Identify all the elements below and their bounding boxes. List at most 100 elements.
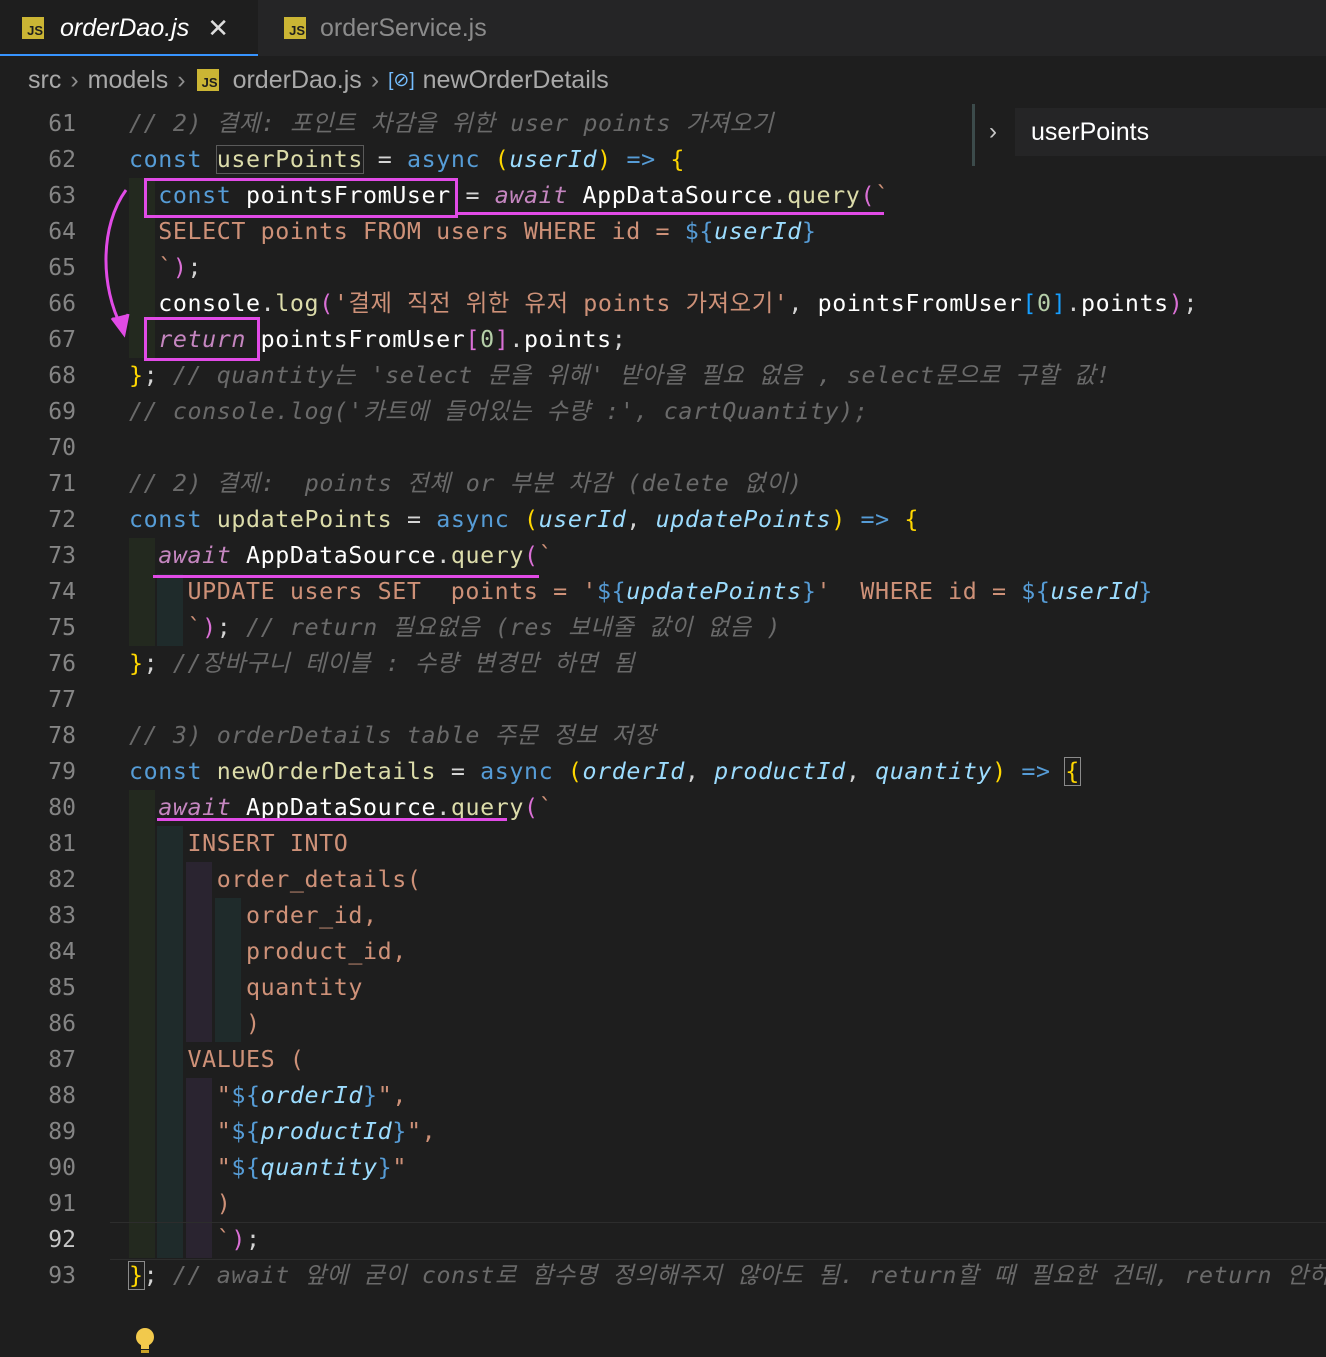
- code-line: 74 UPDATE users SET points = '${updatePo…: [0, 574, 1326, 610]
- code-line: 90 "${quantity}": [0, 1150, 1326, 1186]
- code-line: 82 order_details(: [0, 862, 1326, 898]
- comment: // 2) 결제: points 전체 or 부분 차감 (delete 없이): [129, 470, 803, 497]
- sticky-symbol-box[interactable]: userPoints: [1015, 108, 1326, 156]
- line-number: 71: [48, 471, 76, 497]
- code-text: quantity: [129, 974, 364, 1001]
- code-line: 88 "${orderId}",: [0, 1078, 1326, 1114]
- sticky-scroll-widget[interactable]: › userPoints: [972, 104, 1326, 166]
- code-line: 68 }; // quantity는 'select 문을 위해' 받아올 필요 …: [0, 358, 1326, 394]
- chevron-right-icon: ›: [177, 65, 186, 94]
- js-file-icon: JS: [22, 17, 44, 39]
- line-number: 70: [48, 435, 76, 461]
- code-text: // 2) 결제: points 전체 or 부분 차감 (delete 없이): [129, 466, 803, 502]
- code-text: "${quantity}": [129, 1154, 407, 1181]
- line-number: 86: [48, 1011, 76, 1037]
- line-number: 91: [48, 1191, 76, 1217]
- code-line: 75 `); // return 필요없음 (res 보내줄 값이 없음 ): [0, 610, 1326, 646]
- breadcrumb-symbol[interactable]: newOrderDetails: [423, 66, 609, 95]
- line-number: 69: [48, 399, 76, 425]
- line-number: 61: [48, 111, 76, 137]
- line-number: 75: [48, 615, 76, 641]
- code-text: SELECT points FROM users WHERE id = ${us…: [129, 218, 817, 245]
- lightbulb-icon[interactable]: [134, 1327, 156, 1357]
- code-line: 73 await AppDataSource.query(`: [0, 538, 1326, 574]
- code-text: }; // quantity는 'select 문을 위해' 받아올 필요 없음…: [129, 362, 1111, 389]
- line-number: 92: [48, 1227, 76, 1253]
- code-text: // console.log('카트에 들어있는 수량 :', cartQuan…: [129, 394, 868, 430]
- code-line: 84 product_id,: [0, 934, 1326, 970]
- line-number: 63: [48, 183, 76, 209]
- code-text: }; // await 앞에 굳이 const로 함수명 정의해주지 않아도 됨…: [128, 1261, 1326, 1290]
- code-text: console.log('결제 직전 위한 유저 points 가져오기', p…: [158, 290, 1199, 317]
- code-line: 91 ): [0, 1186, 1326, 1222]
- code-text: VALUES (: [129, 1046, 305, 1073]
- line-number: 77: [48, 687, 76, 713]
- line-number: 76: [48, 651, 76, 677]
- code-line: 83 order_id,: [0, 898, 1326, 934]
- current-line-highlight: [110, 1222, 1326, 1260]
- line-number: 68: [48, 363, 76, 389]
- line-number: 74: [48, 579, 76, 605]
- annotation-arrow: [104, 189, 130, 338]
- close-icon[interactable]: ✕: [207, 13, 229, 44]
- line-number: 89: [48, 1119, 76, 1145]
- line-number: 88: [48, 1083, 76, 1109]
- code-text: // 3) orderDetails table 주문 정보 저장: [129, 718, 656, 754]
- code-line: 70: [0, 430, 1326, 466]
- variable-symbol-icon: [⊘]: [388, 69, 415, 91]
- chevron-right-icon[interactable]: ›: [989, 118, 997, 146]
- code-text: order_id,: [129, 902, 378, 929]
- code-line: 93 }; // await 앞에 굳이 const로 함수명 정의해주지 않아도…: [0, 1258, 1326, 1294]
- tab-orderservice[interactable]: JS orderService.js: [258, 0, 538, 56]
- annotation-underline: [157, 818, 507, 821]
- code-text: INSERT INTO: [129, 830, 349, 857]
- code-line: 85 quantity: [0, 970, 1326, 1006]
- line-number: 72: [48, 507, 76, 533]
- code-editor[interactable]: 61// 2) 결제: 포인트 차감을 위한 user points 가져오기 …: [0, 106, 1326, 1353]
- line-number: 93: [48, 1263, 76, 1289]
- line-number: 66: [48, 291, 76, 317]
- js-file-icon: JS: [284, 17, 306, 39]
- annotation-underline: [456, 212, 884, 215]
- code-line: 87 VALUES (: [0, 1042, 1326, 1078]
- js-file-icon: JS: [196, 69, 219, 91]
- code-line-current: 92 `);: [0, 1222, 1326, 1260]
- sticky-symbol-label: userPoints: [1031, 118, 1150, 146]
- code-line: 72 const updatePoints = async (userId, up…: [0, 502, 1326, 538]
- line-number: 80: [48, 795, 76, 821]
- code-line: 77: [0, 682, 1326, 718]
- annotation-underline: [153, 575, 539, 578]
- code-line: 86 ): [0, 1006, 1326, 1042]
- breadcrumb-src[interactable]: src: [28, 66, 61, 95]
- code-line: 65 `);: [0, 250, 1326, 286]
- code-line: 76 }; //장바구니 테이블 : 수량 변경만 하면 됨: [0, 646, 1326, 682]
- code-line: 78 // 3) orderDetails table 주문 정보 저장: [0, 718, 1326, 754]
- code-text: `); // return 필요없음 (res 보내줄 값이 없음 ): [187, 614, 781, 641]
- comment: // console.log('카트에 들어있는 수량 :', cartQuan…: [129, 398, 869, 425]
- line-number: 73: [48, 543, 76, 569]
- code-text: const newOrderDetails = async (orderId, …: [129, 757, 1081, 786]
- code-text: UPDATE users SET points = '${updatePoint…: [129, 578, 1153, 605]
- code-text: }; //장바구니 테이블 : 수량 변경만 하면 됨: [129, 650, 636, 677]
- line-number: 78: [48, 723, 76, 749]
- code-line: 71 // 2) 결제: points 전체 or 부분 차감 (delete 없…: [0, 466, 1326, 502]
- code-text: const userPoints = async (userId) => {: [129, 145, 685, 174]
- code-line: 79 const newOrderDetails = async (orderId…: [0, 754, 1326, 790]
- code-line: 64 SELECT points FROM users WHERE id = $…: [0, 214, 1326, 250]
- line-number: 83: [48, 903, 76, 929]
- line-number: 81: [48, 831, 76, 857]
- code-text: await AppDataSource.query(`: [158, 542, 554, 569]
- code-text: const updatePoints = async (userId, upda…: [129, 506, 920, 533]
- line-number: 87: [48, 1047, 76, 1073]
- line-number: 65: [48, 255, 76, 281]
- line-number: 90: [48, 1155, 76, 1181]
- line-number: 85: [48, 975, 76, 1001]
- line-number: 84: [48, 939, 76, 965]
- code-line: 69 // console.log('카트에 들어있는 수량 :', cartQu…: [0, 394, 1326, 430]
- breadcrumb-file[interactable]: orderDao.js: [233, 66, 362, 95]
- tab-orderdao[interactable]: JS orderDao.js ✕: [0, 0, 258, 56]
- breadcrumb: src › models › JS orderDao.js › [⊘] newO…: [0, 56, 1326, 104]
- line-number: 67: [48, 327, 76, 353]
- chevron-right-icon: ›: [370, 65, 380, 94]
- breadcrumb-models[interactable]: models: [88, 66, 169, 95]
